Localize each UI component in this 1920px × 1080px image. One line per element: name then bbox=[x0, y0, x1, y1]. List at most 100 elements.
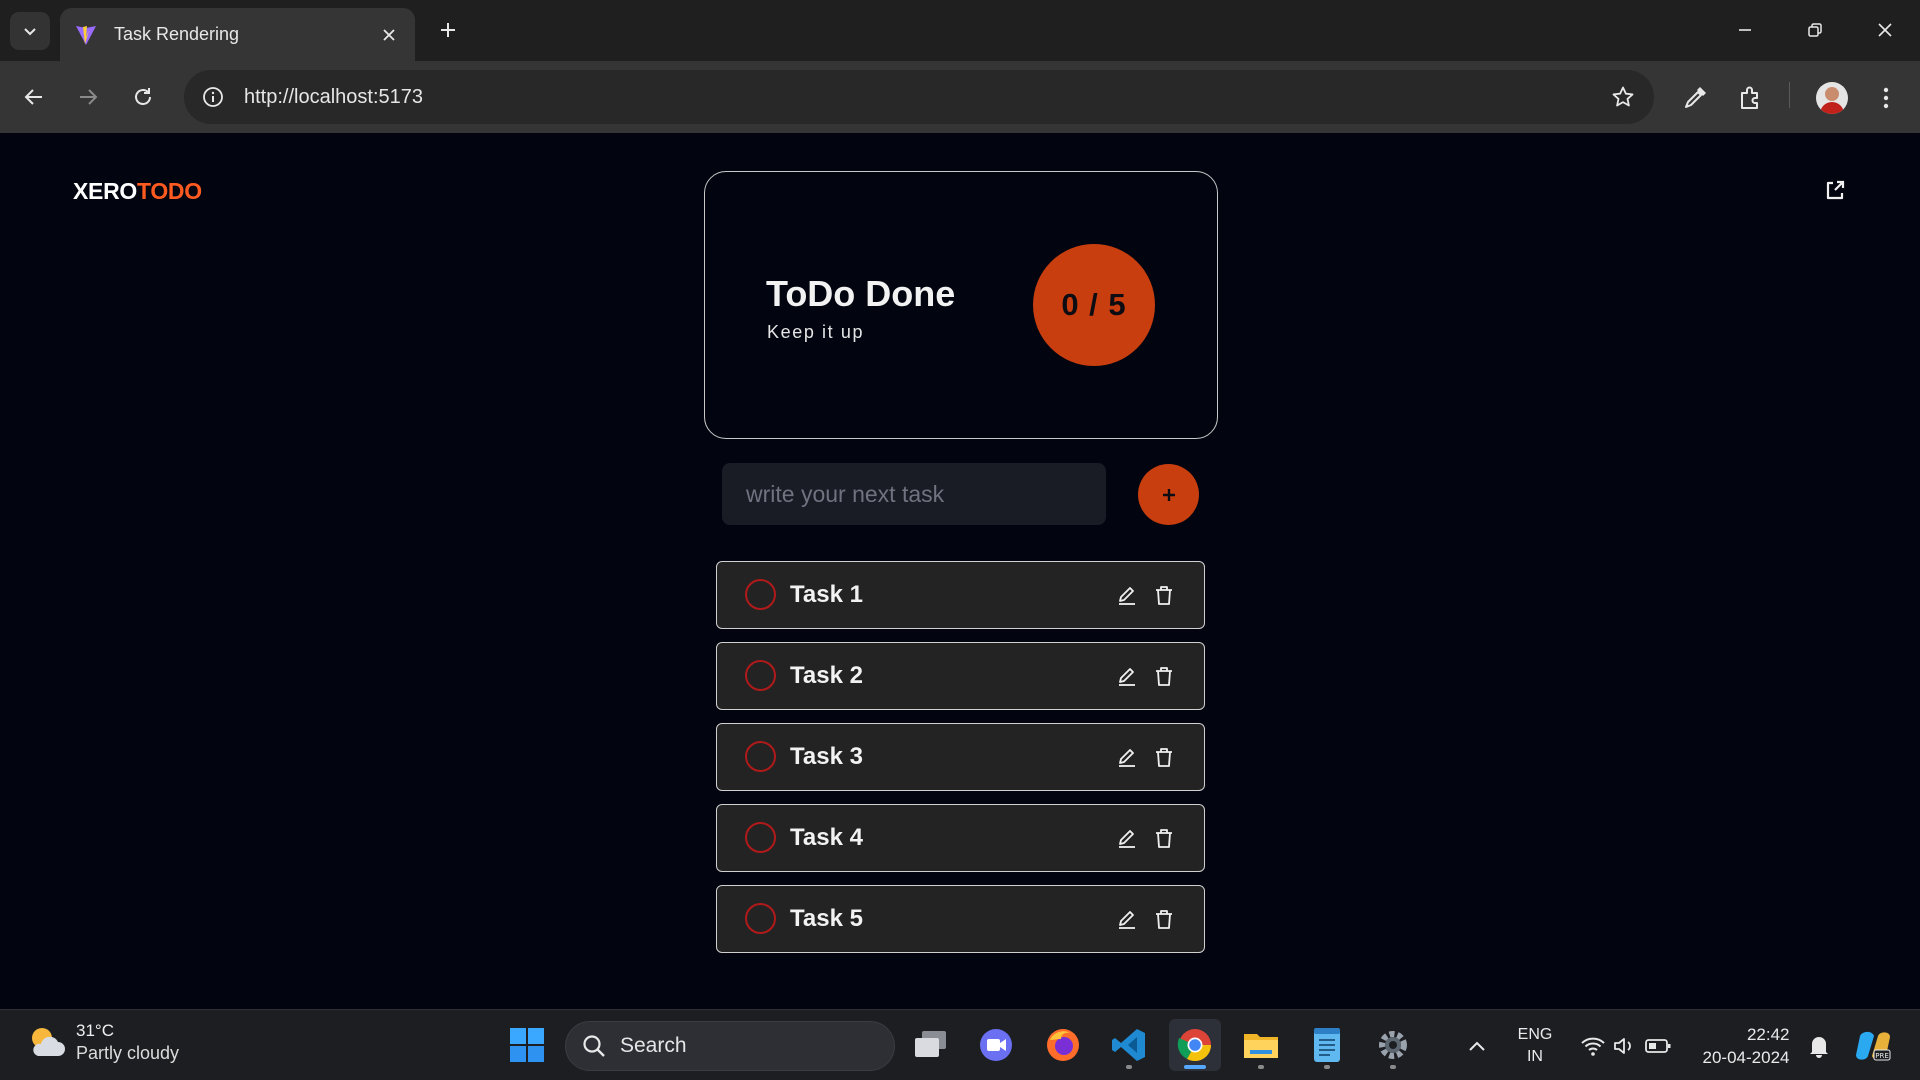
edit-task-button[interactable] bbox=[1113, 824, 1141, 852]
copilot-icon: PRE bbox=[1856, 1031, 1891, 1060]
task-label: Task 1 bbox=[790, 581, 863, 608]
restore-button[interactable] bbox=[1790, 10, 1840, 50]
eyedropper-icon bbox=[1685, 87, 1706, 108]
weather-condition: Partly cloudy bbox=[76, 1042, 180, 1063]
tab-list-button[interactable] bbox=[10, 12, 50, 50]
delete-task-button[interactable] bbox=[1150, 581, 1178, 609]
file-explorer-icon bbox=[1244, 1034, 1278, 1058]
settings-icon bbox=[1379, 1031, 1407, 1059]
running-indicator bbox=[1390, 1065, 1396, 1069]
task-complete-toggle[interactable] bbox=[745, 741, 776, 772]
task-label: Task 5 bbox=[790, 905, 863, 932]
quick-settings-button[interactable] bbox=[1576, 1010, 1676, 1080]
app-page: XEROTODO ToDo Done Keep it up 0 / 5 Task… bbox=[0, 133, 1920, 1009]
delete-task-button[interactable] bbox=[1150, 743, 1178, 771]
taskbar-search[interactable]: Search bbox=[565, 1021, 895, 1071]
add-task-button[interactable] bbox=[1138, 464, 1199, 525]
browser-tab-active[interactable]: Task Rendering bbox=[60, 8, 415, 61]
close-window-button[interactable] bbox=[1860, 10, 1910, 50]
profile-button[interactable] bbox=[1812, 78, 1852, 118]
input-language[interactable]: ENG IN bbox=[1510, 1010, 1560, 1080]
forward-button[interactable] bbox=[69, 78, 107, 116]
chrome-icon bbox=[1177, 1029, 1211, 1062]
battery-icon bbox=[1645, 1038, 1671, 1053]
url-text[interactable]: http://localhost:5173 bbox=[238, 86, 1598, 109]
wifi-icon bbox=[1581, 1037, 1605, 1056]
taskbar-vscode[interactable] bbox=[1103, 1019, 1155, 1071]
edit-icon bbox=[1119, 749, 1135, 767]
kebab-icon bbox=[1883, 87, 1889, 109]
meet-icon bbox=[980, 1029, 1012, 1061]
delete-task-button[interactable] bbox=[1150, 824, 1178, 852]
minimize-button[interactable] bbox=[1720, 10, 1770, 50]
task-complete-toggle[interactable] bbox=[745, 903, 776, 934]
tab-list-icon bbox=[24, 28, 36, 36]
progress-counter: 0 / 5 bbox=[1033, 244, 1155, 366]
browser-toolbar: http://localhost:5173 bbox=[0, 61, 1920, 133]
minimize-icon bbox=[1739, 29, 1751, 31]
task-complete-toggle[interactable] bbox=[745, 660, 776, 691]
bookmark-button[interactable] bbox=[1598, 70, 1648, 124]
edit-task-button[interactable] bbox=[1113, 743, 1141, 771]
task-item: Task 4 bbox=[716, 804, 1205, 872]
task-item: Task 5 bbox=[716, 885, 1205, 953]
forward-icon bbox=[80, 89, 98, 105]
progress-summary-card: ToDo Done Keep it up 0 / 5 bbox=[704, 171, 1218, 439]
show-hidden-icons-button[interactable] bbox=[1462, 1010, 1492, 1080]
share-button[interactable] bbox=[1820, 175, 1850, 205]
task-list: Task 1 Task 2 Task 3 Task 4 Task 5 bbox=[716, 561, 1205, 966]
weather-temperature: 31°C bbox=[76, 1020, 114, 1040]
taskbar-notepad[interactable] bbox=[1301, 1019, 1353, 1071]
edit-task-button[interactable] bbox=[1113, 905, 1141, 933]
clock[interactable]: 22:42 20-04-2024 bbox=[1696, 1010, 1796, 1080]
taskbar-meet[interactable] bbox=[971, 1019, 1023, 1071]
back-button[interactable] bbox=[15, 78, 53, 116]
region-code: IN bbox=[1526, 1047, 1543, 1065]
new-tab-button[interactable] bbox=[430, 12, 466, 48]
info-icon bbox=[203, 87, 223, 107]
plus-icon bbox=[441, 23, 455, 37]
browser-menu-button[interactable] bbox=[1866, 78, 1906, 118]
vscode-icon bbox=[1112, 1029, 1145, 1061]
notifications-button[interactable] bbox=[1806, 1010, 1832, 1080]
task-view-icon bbox=[915, 1031, 946, 1057]
new-task-input[interactable] bbox=[722, 463, 1106, 525]
summary-subtitle: Keep it up bbox=[767, 322, 865, 342]
eyedropper-button[interactable] bbox=[1675, 78, 1715, 118]
app-logo[interactable]: XEROTODO bbox=[73, 178, 202, 205]
site-info-button[interactable] bbox=[188, 70, 238, 124]
task-item: Task 1 bbox=[716, 561, 1205, 629]
clock-time: 22:42 bbox=[1746, 1024, 1790, 1044]
extensions-button[interactable] bbox=[1730, 78, 1770, 118]
weather-widget[interactable]: 31°C Partly cloudy bbox=[24, 1020, 179, 1064]
delete-task-button[interactable] bbox=[1150, 905, 1178, 933]
toolbar-divider bbox=[1789, 82, 1790, 108]
task-item: Task 2 bbox=[716, 642, 1205, 710]
trash-icon bbox=[1156, 829, 1172, 848]
notepad-icon bbox=[1314, 1028, 1340, 1062]
edit-task-button[interactable] bbox=[1113, 662, 1141, 690]
task-complete-toggle[interactable] bbox=[745, 822, 776, 853]
delete-task-button[interactable] bbox=[1150, 662, 1178, 690]
taskbar-file-explorer[interactable] bbox=[1235, 1019, 1287, 1071]
taskbar-firefox[interactable] bbox=[1037, 1019, 1089, 1071]
address-bar[interactable]: http://localhost:5173 bbox=[184, 70, 1654, 124]
task-view-button[interactable] bbox=[905, 1019, 957, 1071]
edit-icon bbox=[1119, 587, 1135, 605]
copilot-button[interactable]: PRE bbox=[1850, 1010, 1896, 1080]
tab-close-button[interactable] bbox=[375, 21, 403, 49]
restore-icon bbox=[1808, 23, 1822, 37]
taskbar-settings[interactable] bbox=[1367, 1019, 1419, 1071]
edit-task-button[interactable] bbox=[1113, 581, 1141, 609]
start-button[interactable] bbox=[501, 1019, 553, 1071]
windows-icon bbox=[510, 1028, 544, 1062]
edit-icon bbox=[1119, 830, 1135, 848]
weather-icon bbox=[24, 1020, 68, 1064]
edit-icon bbox=[1119, 668, 1135, 686]
logo-text-xero: XERO bbox=[73, 178, 137, 204]
task-item: Task 3 bbox=[716, 723, 1205, 791]
task-complete-toggle[interactable] bbox=[745, 579, 776, 610]
reload-button[interactable] bbox=[124, 78, 162, 116]
task-label: Task 4 bbox=[790, 824, 863, 851]
taskbar-chrome[interactable] bbox=[1169, 1019, 1221, 1071]
